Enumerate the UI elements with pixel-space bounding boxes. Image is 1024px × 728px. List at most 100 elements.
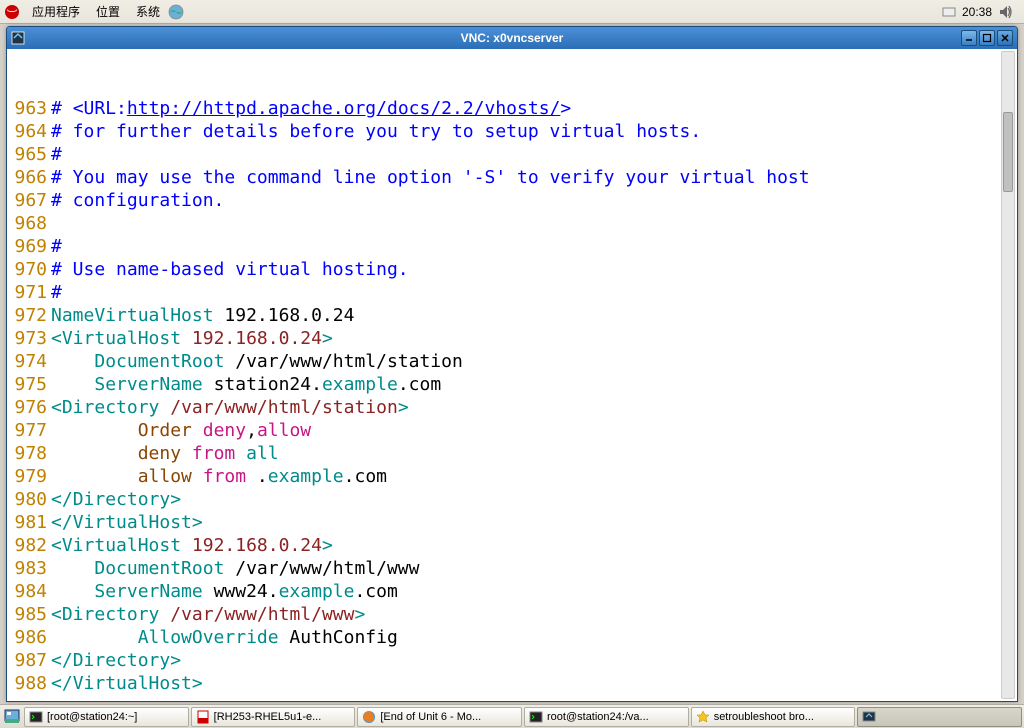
editor-line: 970# Use name-based virtual hosting.	[7, 258, 1017, 281]
update-icon[interactable]	[942, 5, 956, 19]
editor-line: 985<Directory /var/www/html/www>	[7, 603, 1017, 626]
taskbar-item[interactable]	[857, 707, 1022, 727]
line-code: <VirtualHost 192.168.0.24>	[51, 327, 1017, 350]
line-number: 984	[7, 580, 51, 603]
editor-line: 969#	[7, 235, 1017, 258]
line-number: 969	[7, 235, 51, 258]
line-code	[51, 212, 1017, 235]
window-icon	[11, 31, 25, 45]
line-number: 975	[7, 373, 51, 396]
taskbar-item[interactable]: setroubleshoot bro...	[691, 707, 856, 727]
line-number: 968	[7, 212, 51, 235]
scrollbar-thumb[interactable]	[1003, 112, 1013, 192]
editor-line: 987</Directory>	[7, 649, 1017, 672]
line-number: 973	[7, 327, 51, 350]
firefox-icon	[362, 710, 376, 724]
redhat-icon	[4, 4, 20, 20]
taskbar-item-label: [RH253-RHEL5u1-e...	[214, 711, 322, 723]
line-code: <VirtualHost 192.168.0.24>	[51, 534, 1017, 557]
line-code: deny from all	[51, 442, 1017, 465]
volume-icon[interactable]	[998, 4, 1014, 20]
line-number: 971	[7, 281, 51, 304]
line-code: Order deny,allow	[51, 419, 1017, 442]
editor-line: 979 allow from .example.com	[7, 465, 1017, 488]
line-number: 985	[7, 603, 51, 626]
taskbar-item[interactable]: [root@station24:~]	[24, 707, 189, 727]
line-code: # Use name-based virtual hosting.	[51, 258, 1017, 281]
vnc-window: VNC: x0vncserver 963# <URL:http://httpd.…	[6, 26, 1018, 702]
star-icon	[696, 710, 710, 724]
window-title: VNC: x0vncserver	[7, 31, 1017, 45]
taskbar-item-label: root@station24:/va...	[547, 711, 649, 723]
maximize-button[interactable]	[979, 30, 995, 46]
line-code: # for further details before you try to …	[51, 120, 1017, 143]
editor-line: 984 ServerName www24.example.com	[7, 580, 1017, 603]
menu-system[interactable]: 系统	[128, 1, 168, 22]
line-code: #	[51, 281, 1017, 304]
editor-line: 980</Directory>	[7, 488, 1017, 511]
editor-line: 976<Directory /var/www/html/station>	[7, 396, 1017, 419]
line-code: AllowOverride AuthConfig	[51, 626, 1017, 649]
minimize-button[interactable]	[961, 30, 977, 46]
line-code: NameVirtualHost 192.168.0.24	[51, 304, 1017, 327]
editor-line: 981</VirtualHost>	[7, 511, 1017, 534]
bottom-panel: [root@station24:~] [RH253-RHEL5u1-e... [En…	[0, 704, 1024, 728]
line-code: #	[51, 235, 1017, 258]
editor-line: 978 deny from all	[7, 442, 1017, 465]
window-titlebar[interactable]: VNC: x0vncserver	[7, 27, 1017, 49]
editor-scrollbar[interactable]	[1001, 51, 1015, 699]
line-code: ServerName www24.example.com	[51, 580, 1017, 603]
line-number: 978	[7, 442, 51, 465]
close-button[interactable]	[997, 30, 1013, 46]
editor-line: 975 ServerName station24.example.com	[7, 373, 1017, 396]
line-code: DocumentRoot /var/www/html/station	[51, 350, 1017, 373]
taskbar-item-label: setroubleshoot bro...	[714, 711, 814, 723]
line-number: 981	[7, 511, 51, 534]
line-number: 977	[7, 419, 51, 442]
taskbar-item[interactable]: [End of Unit 6 - Mo...	[357, 707, 522, 727]
line-number: 965	[7, 143, 51, 166]
line-number: 987	[7, 649, 51, 672]
taskbar-item[interactable]: root@station24:/va...	[524, 707, 689, 727]
line-code: #	[51, 143, 1017, 166]
line-number: 966	[7, 166, 51, 189]
editor-line: 964# for further details before you try …	[7, 120, 1017, 143]
line-code: </VirtualHost>	[51, 511, 1017, 534]
menu-applications[interactable]: 应用程序	[24, 1, 88, 22]
editor-line: 972NameVirtualHost 192.168.0.24	[7, 304, 1017, 327]
line-code: <Directory /var/www/html/station>	[51, 396, 1017, 419]
line-number: 980	[7, 488, 51, 511]
vim-editor[interactable]: 963# <URL:http://httpd.apache.org/docs/2…	[7, 49, 1017, 701]
editor-line: 963# <URL:http://httpd.apache.org/docs/2…	[7, 97, 1017, 120]
clock: 20:38	[962, 5, 992, 19]
taskbar-item[interactable]: [RH253-RHEL5u1-e...	[191, 707, 356, 727]
line-code: # You may use the command line option '-…	[51, 166, 1017, 189]
top-panel: 应用程序 位置 系统 20:38	[0, 0, 1024, 24]
vnc-icon	[862, 710, 876, 724]
taskbar-item-label: [End of Unit 6 - Mo...	[380, 711, 481, 723]
line-number: 983	[7, 557, 51, 580]
editor-line: 966# You may use the command line option…	[7, 166, 1017, 189]
globe-icon[interactable]	[168, 4, 184, 20]
line-number: 988	[7, 672, 51, 695]
editor-line: 968	[7, 212, 1017, 235]
line-number: 979	[7, 465, 51, 488]
line-number: 972	[7, 304, 51, 327]
editor-line: 973<VirtualHost 192.168.0.24>	[7, 327, 1017, 350]
show-desktop-button[interactable]	[2, 707, 22, 727]
terminal-icon	[29, 710, 43, 724]
menu-places[interactable]: 位置	[88, 1, 128, 22]
line-number: 974	[7, 350, 51, 373]
editor-line: 988</VirtualHost>	[7, 672, 1017, 695]
line-code: </Directory>	[51, 488, 1017, 511]
taskbar-item-label: [root@station24:~]	[47, 711, 137, 723]
editor-line: 977 Order deny,allow	[7, 419, 1017, 442]
line-number: 967	[7, 189, 51, 212]
line-code: <Directory /var/www/html/www>	[51, 603, 1017, 626]
line-number: 982	[7, 534, 51, 557]
line-code: allow from .example.com	[51, 465, 1017, 488]
line-number: 986	[7, 626, 51, 649]
line-code: ServerName station24.example.com	[51, 373, 1017, 396]
editor-line: 974 DocumentRoot /var/www/html/station	[7, 350, 1017, 373]
line-code: # <URL:http://httpd.apache.org/docs/2.2/…	[51, 97, 1017, 120]
